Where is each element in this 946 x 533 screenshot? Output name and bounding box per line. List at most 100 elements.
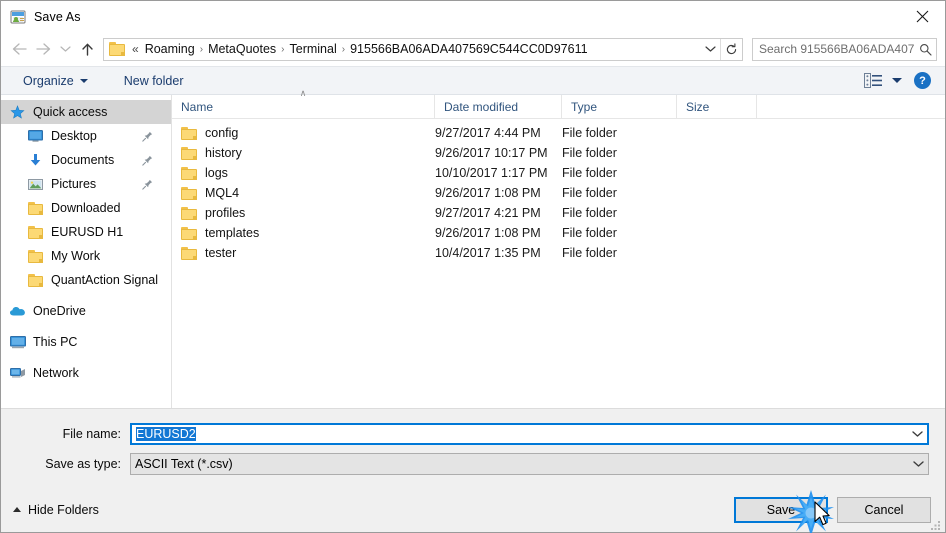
file-date-cell: 9/26/2017 1:08 PM [435,226,541,240]
file-name-label: File name: [62,427,121,441]
new-folder-button[interactable]: New folder [116,71,192,91]
sidebar-item-this-pc[interactable]: This PC [1,330,171,354]
network-icon [9,365,26,381]
pin-icon[interactable] [142,155,153,166]
forward-arrow-icon[interactable] [31,37,55,61]
organize-label: Organize [23,73,74,88]
view-layout-icon[interactable] [862,72,884,90]
file-name-text: profiles [205,206,246,220]
folder-icon [27,272,44,288]
sidebar-item-label: Quick access [33,105,108,119]
file-type-cell: File folder [562,246,617,260]
table-row[interactable]: config 9/27/2017 4:44 PM File folder [172,123,945,143]
file-list-pane: ∧ Name Date modified Type Size config 9/… [172,89,945,408]
file-rows: config 9/27/2017 4:44 PM File folder his… [172,119,945,408]
breadcrumb-item-terminal[interactable]: Terminal [286,40,341,58]
file-name-value: EURUSD2 [132,427,907,441]
column-header-type[interactable]: Type [562,95,677,118]
sidebar-item-my-work[interactable]: My Work [1,244,171,268]
save-as-type-value: ASCII Text (*.csv) [135,457,233,471]
sidebar-item-label: Downloaded [51,201,121,215]
pin-icon[interactable] [142,131,153,142]
save-button[interactable]: Save [734,496,828,523]
address-dropdown-chevron-down-icon[interactable] [701,39,720,60]
file-name-chevron-down-icon[interactable] [907,430,927,438]
breadcrumb-item-roaming[interactable]: Roaming [141,40,199,58]
sidebar-item-desktop[interactable]: Desktop [1,124,171,148]
file-type-cell: File folder [562,146,617,160]
hide-folders-label: Hide Folders [28,502,99,517]
file-name-text: templates [205,226,260,240]
file-name-text: config [205,126,239,140]
up-arrow-icon[interactable] [75,37,99,61]
this-pc-icon [9,334,26,350]
file-date-cell: 9/26/2017 10:17 PM [435,146,548,160]
dialog-footer: Hide Folders Save Cancel [1,487,945,532]
save-as-type-label: Save as type: [45,457,121,471]
save-as-type-chevron-down-icon[interactable] [908,460,928,468]
sidebar-item-quick-access[interactable]: Quick access [1,100,171,124]
sidebar-item-label: My Work [51,249,101,263]
sidebar-item-eurusd-h1[interactable]: EURUSD H1 [1,220,171,244]
sidebar-item-network[interactable]: Network [1,361,171,385]
table-row[interactable]: history 9/26/2017 10:17 PM File folder [172,143,945,163]
view-options-chevron-down-icon[interactable] [892,78,902,83]
sidebar-item-label: QuantAction Signal [51,273,159,287]
table-row[interactable]: logs 10/10/2017 1:17 PM File folder [172,163,945,183]
breadcrumb-folder-icon [109,42,125,56]
help-icon[interactable]: ? [914,72,931,89]
table-row[interactable]: tester 10/4/2017 1:35 PM File folder [172,243,945,263]
sidebar-item-pictures[interactable]: Pictures [1,172,171,196]
file-type-cell: File folder [562,226,617,240]
folder-icon [27,224,44,240]
file-name-cell: config [172,126,435,140]
sidebar-item-documents[interactable]: Documents [1,148,171,172]
breadcrumb-overflow[interactable]: « [130,40,141,58]
save-as-type-select[interactable]: ASCII Text (*.csv) [130,453,929,475]
breadcrumb-item-metaquotes[interactable]: MetaQuotes [204,40,280,58]
file-name-input[interactable]: EURUSD2 [130,423,929,445]
close-button[interactable] [899,1,945,31]
navigation-sidebar: Quick access Desktop Documents Pictures … [1,95,172,408]
column-header-name[interactable]: Name [172,95,435,118]
documents-arrow-icon [27,152,44,168]
search-box[interactable]: Search 915566BA06ADA40756... [752,37,937,61]
column-header-date-modified[interactable]: Date modified [435,95,562,118]
resize-grip[interactable] [930,518,942,530]
column-header-size[interactable]: Size [677,95,757,118]
folder-icon [181,166,197,180]
table-row[interactable]: profiles 9/27/2017 4:21 PM File folder [172,203,945,223]
folder-icon [181,146,197,160]
cancel-button[interactable]: Cancel [837,496,931,523]
file-name-text: history [205,146,242,160]
dialog-body: Quick access Desktop Documents Pictures … [1,89,945,408]
toolbar-right-group: ? [862,72,937,90]
organize-button[interactable]: Organize [15,71,96,91]
folder-icon [181,126,197,140]
pin-icon[interactable] [142,179,153,190]
sidebar-item-downloaded[interactable]: Downloaded [1,196,171,220]
file-name-cell: MQL4 [172,186,435,200]
chevron-down-icon [79,78,88,83]
folder-icon [27,200,44,216]
search-input[interactable]: Search 915566BA06ADA40756... [753,42,914,56]
table-row[interactable]: templates 9/26/2017 1:08 PM File folder [172,223,945,243]
title-bar: Save As [1,1,945,32]
sidebar-item-quantaction-signal[interactable]: QuantAction Signal [1,268,171,292]
pictures-icon [27,176,44,192]
recent-locations-chevron-down-icon[interactable] [55,37,75,61]
hide-folders-button[interactable]: Hide Folders [13,503,99,517]
command-toolbar: Organize New folder ? [1,66,945,95]
file-date-cell: 9/27/2017 4:21 PM [435,206,541,220]
folder-icon [181,186,197,200]
sidebar-item-onedrive[interactable]: OneDrive [1,299,171,323]
file-date-cell: 9/27/2017 4:44 PM [435,126,541,140]
address-bar[interactable]: « Roaming › MetaQuotes › Terminal › 9155… [103,37,743,61]
save-as-type-row: Save as type: ASCII Text (*.csv) [17,453,929,475]
file-name-cell: history [172,146,435,160]
refresh-icon[interactable] [720,38,742,60]
table-row[interactable]: MQL4 9/26/2017 1:08 PM File folder [172,183,945,203]
sidebar-item-label: This PC [33,335,78,349]
breadcrumb-item-guid[interactable]: 915566BA06ADA407569C544CC0D97611 [346,40,591,58]
back-arrow-icon[interactable] [7,37,31,61]
